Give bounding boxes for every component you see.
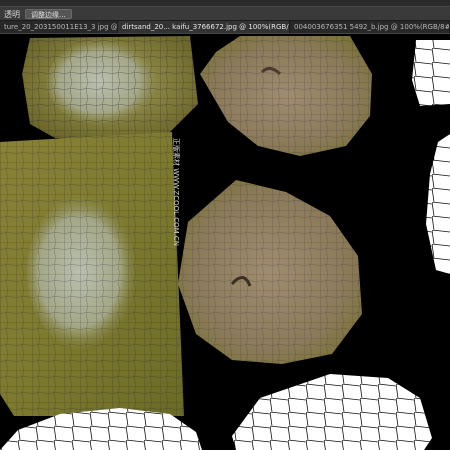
options-bar: 透明 调整边缘... (0, 6, 450, 21)
uv-mesh-white-1 (412, 40, 450, 106)
tab-label: ture_20_203150011E13_3 jpg @ 100%(RGB/8#… (4, 23, 118, 31)
watermark-text: 正版素材 WWW.ZCOOL.COM.CN (172, 138, 181, 246)
uv-mesh-white-2 (426, 134, 450, 274)
document-tab-2[interactable]: dirtsand_20... kaifu_3766672.jpg @ 100%(… (118, 21, 290, 33)
document-tab-3[interactable]: 004003676351 5492_b.jpg @ 100%(RGB/8#) × (290, 21, 450, 33)
refine-edge-button[interactable]: 调整边缘... (25, 9, 72, 19)
transparency-label: 透明 (4, 10, 20, 19)
tab-label: dirtsand_20... kaifu_3766672.jpg @ 100%(… (122, 23, 290, 31)
document-tab-1[interactable]: ture_20_203150011E13_3 jpg @ 100%(RGB/8#… (0, 21, 118, 33)
tab-label: 004003676351 5492_b.jpg @ 100%(RGB/8#) (294, 23, 450, 31)
document-tab-bar: ture_20_203150011E13_3 jpg @ 100%(RGB/8#… (0, 21, 450, 34)
photoshop-window: 透明 调整边缘... ture_20_203150011E13_3 jpg @ … (0, 0, 450, 450)
uv-mesh-white-3 (232, 374, 432, 450)
document-canvas[interactable]: 正版素材 WWW.ZCOOL.COM.CN (0, 34, 450, 450)
canvas-artwork: 正版素材 WWW.ZCOOL.COM.CN (0, 36, 450, 450)
